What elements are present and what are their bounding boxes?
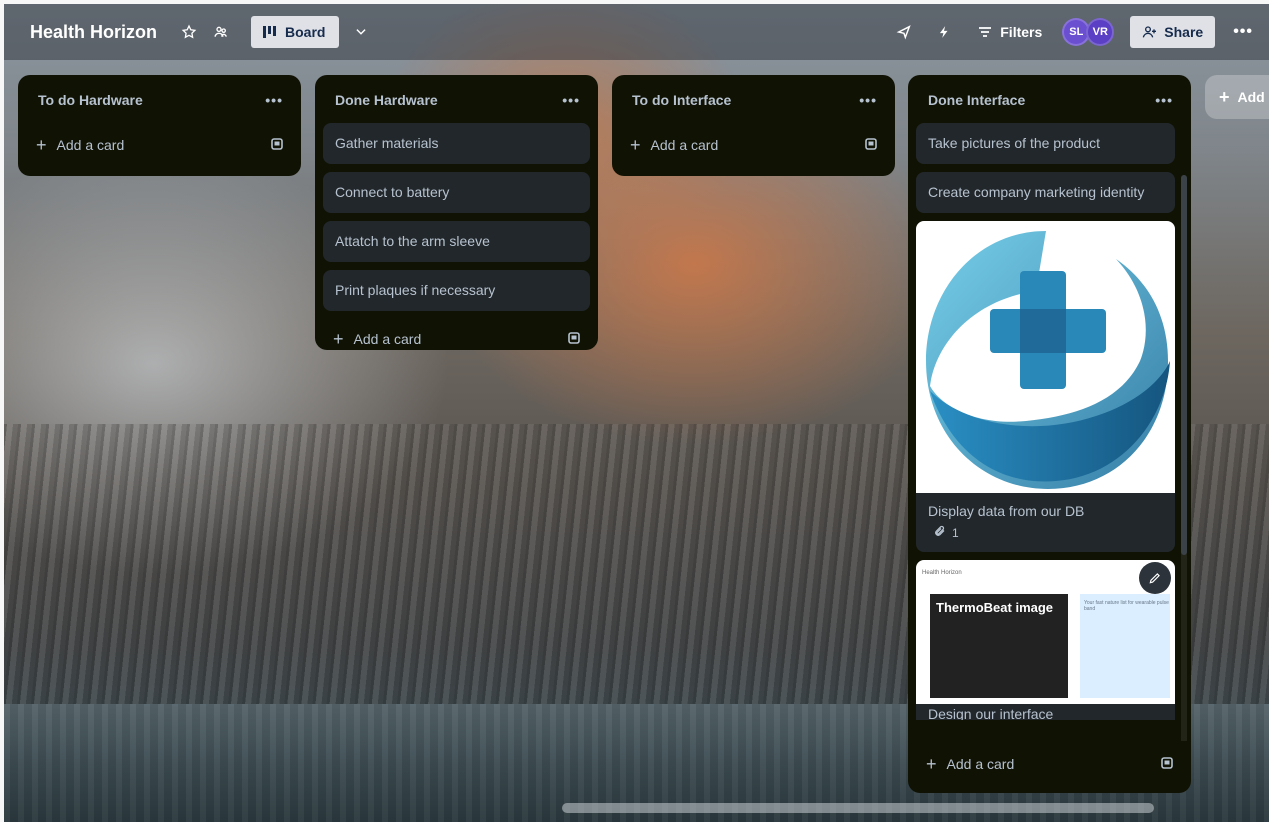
thumb-caption: Health Horizon [922,570,962,576]
list-menu-icon[interactable]: ••• [265,92,283,108]
list-header[interactable]: To do Interface ••• [612,75,895,125]
card[interactable]: Connect to battery [323,172,590,213]
plus-icon: + [1219,86,1230,107]
attachment-count: 1 [952,525,959,540]
add-card-label: Add a card [56,137,125,153]
board-view-button[interactable]: Board [251,16,340,48]
share-label: Share [1164,24,1204,40]
add-card-button[interactable]: + Add a card [18,125,301,165]
plus-icon: + [333,328,344,349]
board-header: Health Horizon Board Filters SL VR Share… [4,4,1269,60]
card[interactable]: Attatch to the arm sleeve [323,221,590,262]
list-menu-icon[interactable]: ••• [1155,92,1173,108]
edit-card-button[interactable] [1139,562,1171,594]
list-done-interface: Done Interface ••• Take pictures of the … [908,75,1191,793]
board-title[interactable]: Health Horizon [30,22,157,43]
add-card-button[interactable]: + Add a card [315,319,598,359]
list-title[interactable]: To do Hardware [38,92,143,108]
plus-icon: + [926,753,937,774]
card[interactable]: Gather materials [323,123,590,164]
list-scrollbar-thumb[interactable] [1181,175,1187,555]
add-list-label: Add another list [1237,89,1269,105]
list-title[interactable]: Done Hardware [335,92,438,108]
card-cover-screenshot: Health Horizon ThermoBeat image Your fas… [916,560,1175,704]
thumb-light-panel: Your fast nature list for wearable pulse… [1080,594,1170,698]
add-card-button[interactable]: + Add a card [908,741,1191,787]
filters-button[interactable]: Filters [978,24,1042,40]
board-view-icon [263,26,277,38]
share-button[interactable]: Share [1130,16,1216,48]
board-view-label: Board [285,24,326,40]
paperclip-icon [934,525,946,540]
card-cover-logo [916,221,1175,493]
card[interactable]: Take pictures of the product [916,123,1175,164]
star-icon[interactable] [177,20,201,44]
list-header[interactable]: Done Interface ••• [908,75,1191,125]
avatar[interactable]: VR [1086,18,1115,46]
template-icon[interactable] [568,331,580,347]
board-members: SL VR [1062,18,1115,46]
list-to-do-hardware: To do Hardware ••• + Add a card [18,75,301,176]
add-card-button[interactable]: + Add a card [612,125,895,165]
list-done-hardware: Done Hardware ••• Gather materials Conne… [315,75,598,350]
chevron-down-icon[interactable] [351,22,371,42]
power-ups-icon[interactable] [892,20,916,44]
template-icon[interactable] [271,137,283,153]
image-card[interactable]: Health Horizon ThermoBeat image Your fas… [916,560,1175,720]
pencil-icon [1149,573,1160,584]
card-title: Display data from our DB [928,503,1085,519]
workspace-visibility-icon[interactable] [209,20,233,44]
thumb-title: ThermoBeat image [936,600,1054,615]
card-title: Design our interface [928,706,1054,720]
template-icon[interactable] [865,137,877,153]
filters-label: Filters [1000,24,1043,40]
add-card-label: Add a card [946,756,1015,772]
filter-icon [979,27,992,37]
list-scrollbar[interactable] [1181,175,1187,741]
list-to-do-interface: To do Interface ••• + Add a card [612,75,895,176]
thumb-side-text: Your fast nature list for wearable pulse… [1084,600,1169,612]
card[interactable]: Print plaques if necessary [323,270,590,311]
card[interactable]: Create company marketing identity [916,172,1175,213]
list-cards-scroll[interactable]: Take pictures of the product Create comp… [908,123,1191,741]
board-horizontal-scrollbar[interactable] [4,800,1269,816]
automation-icon[interactable] [932,20,956,44]
plus-icon: + [36,134,47,155]
list-title[interactable]: To do Interface [632,92,731,108]
list-header[interactable]: Done Hardware ••• [315,75,598,125]
health-horizon-logo-icon [926,231,1170,489]
list-header[interactable]: To do Hardware ••• [18,75,301,125]
add-card-label: Add a card [353,331,422,347]
add-list-button[interactable]: + Add another list [1205,75,1269,119]
more-menu-icon[interactable]: ••• [1233,23,1253,41]
list-menu-icon[interactable]: ••• [562,92,580,108]
list-menu-icon[interactable]: ••• [859,92,877,108]
template-icon[interactable] [1161,756,1173,772]
plus-icon: + [630,134,641,155]
board-scrollbar-thumb[interactable] [562,803,1154,813]
header-actions: Filters SL VR Share ••• [892,16,1269,48]
person-add-icon [1142,26,1157,38]
image-card[interactable]: Display data from our DB 1 [916,221,1175,552]
attachment-badge: 1 [916,523,1175,552]
add-card-label: Add a card [650,137,719,153]
list-title[interactable]: Done Interface [928,92,1025,108]
thumb-dark-panel: ThermoBeat image [930,594,1068,698]
